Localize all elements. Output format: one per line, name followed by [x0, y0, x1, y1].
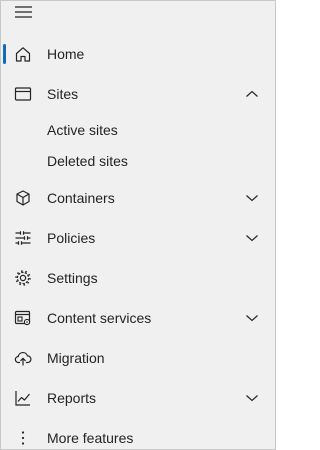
- nav-item-label: Settings: [47, 270, 98, 286]
- more-vertical-icon: [14, 429, 32, 447]
- nav-item-containers[interactable]: Containers: [1, 180, 275, 216]
- nav-subitem-active-sites[interactable]: Active sites: [1, 115, 275, 145]
- chevron-down-icon[interactable]: [245, 192, 259, 204]
- nav-item-policies[interactable]: Policies: [1, 220, 275, 256]
- chevron-down-icon[interactable]: [245, 312, 259, 324]
- hamburger-icon[interactable]: [14, 4, 34, 20]
- nav-item-label: Sites: [47, 86, 79, 102]
- nav-item-reports[interactable]: Reports: [1, 380, 275, 416]
- nav-item-home[interactable]: Home: [1, 36, 275, 72]
- nav-subitem-deleted-sites[interactable]: Deleted sites: [1, 146, 275, 176]
- nav-subitem-label: Deleted sites: [47, 153, 128, 169]
- nav-item-label: Home: [47, 46, 85, 62]
- nav-item-label: Policies: [47, 230, 96, 246]
- chevron-down-icon[interactable]: [245, 232, 259, 244]
- nav-item-label: Reports: [47, 390, 97, 406]
- nav-item-settings[interactable]: Settings: [1, 260, 275, 296]
- line-chart-icon: [14, 389, 32, 407]
- nav-item-content-services[interactable]: Content services: [1, 300, 275, 336]
- cloud-upload-icon: [14, 349, 32, 367]
- nav-item-migration[interactable]: Migration: [1, 340, 275, 376]
- nav-item-label: More features: [47, 430, 134, 446]
- gear-icon: [14, 269, 32, 287]
- nav-item-label: Content services: [47, 310, 152, 326]
- nav-item-sites[interactable]: Sites: [1, 76, 275, 112]
- chevron-up-icon[interactable]: [245, 88, 259, 100]
- content-services-icon: [14, 309, 32, 327]
- nav-subitem-label: Active sites: [47, 122, 118, 138]
- sliders-icon: [14, 229, 32, 247]
- chevron-down-icon[interactable]: [245, 392, 259, 404]
- home-icon: [14, 45, 32, 63]
- left-navigation-pane: Home Sites Active sites Deleted sites Co…: [0, 0, 276, 450]
- cube-icon: [14, 189, 32, 207]
- nav-item-label: Containers: [47, 190, 115, 206]
- browser-window-icon: [14, 85, 32, 103]
- selected-indicator: [3, 44, 6, 64]
- nav-item-more-features[interactable]: More features: [1, 420, 275, 449]
- nav-item-label: Migration: [47, 350, 105, 366]
